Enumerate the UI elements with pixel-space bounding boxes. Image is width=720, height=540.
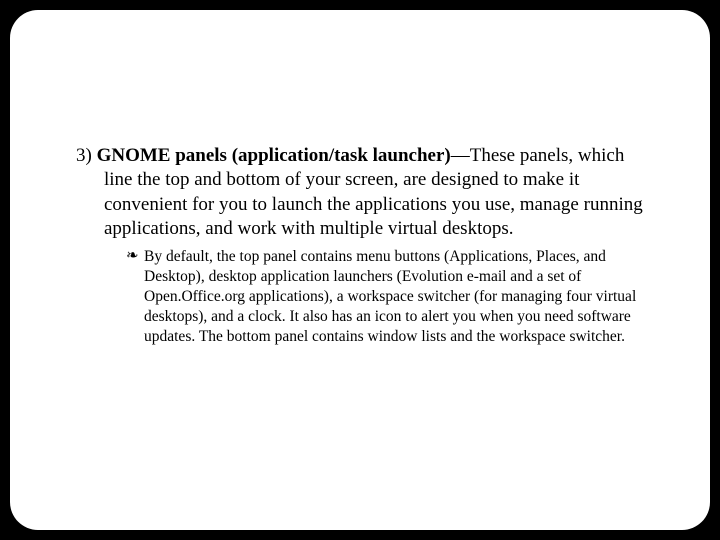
floral-bullet-icon: ❧ [126, 247, 139, 266]
sub-item: ❧ By default, the top panel contains men… [126, 247, 650, 346]
main-item: 3) GNOME panels (application/task launch… [76, 144, 650, 241]
sub-item-text: By default, the top panel contains menu … [144, 248, 636, 344]
item-title: GNOME panels (application/task launcher) [97, 145, 451, 166]
slide-card: 3) GNOME panels (application/task launch… [10, 10, 710, 530]
content-block: 3) GNOME panels (application/task launch… [70, 144, 650, 346]
item-number: 3) [76, 145, 97, 166]
